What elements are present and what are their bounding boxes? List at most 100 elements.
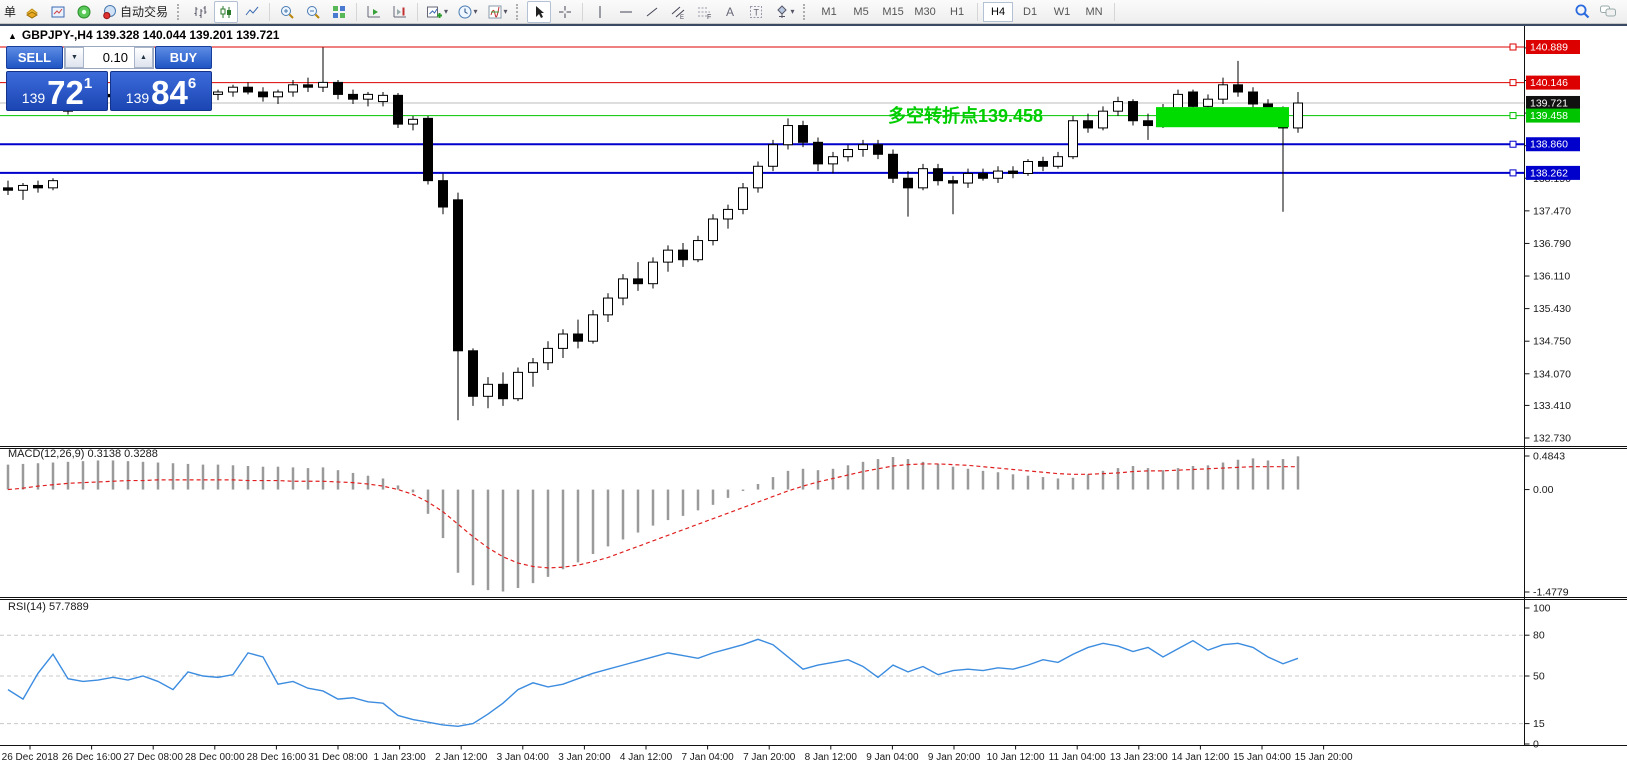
tf-button-H1[interactable]: H1 <box>942 2 972 22</box>
toolbar-grip[interactable] <box>516 4 522 20</box>
main-toolbar: 单 自动交易 ▾ ▾ ▾ E F A T ▾ M1M <box>0 0 1627 24</box>
hline-anchor[interactable] <box>1510 80 1516 86</box>
search-icon[interactable] <box>1570 0 1594 22</box>
volume-stepper: ▼ 0.10 ▲ <box>64 46 154 69</box>
rsi-axis-label: 15 <box>1533 718 1545 730</box>
chart-shift-button[interactable] <box>388 1 412 23</box>
price-badge-label: 139.721 <box>1530 97 1568 109</box>
price-badge-label: 140.889 <box>1530 42 1568 54</box>
toolbar-grip[interactable] <box>177 4 183 20</box>
chart-title: ▲GBPJPY-,H4 139.328 140.044 139.201 139.… <box>8 28 279 42</box>
time-tick-label: 8 Jan 12:00 <box>805 752 858 763</box>
indicators-button[interactable]: ▾ <box>483 1 511 23</box>
signals-icon[interactable] <box>72 1 96 23</box>
candle-body <box>394 95 403 124</box>
buy-quote[interactable]: 139846 <box>110 71 212 111</box>
tf-button-M5[interactable]: M5 <box>846 2 876 22</box>
candle-body <box>439 181 448 207</box>
shapes-tool-button[interactable]: ▾ <box>770 1 798 23</box>
hline-anchor[interactable] <box>1510 170 1516 176</box>
tf-button-W1[interactable]: W1 <box>1047 2 1077 22</box>
time-tick-label: 26 Dec 2018 <box>2 752 59 763</box>
tf-button-D1[interactable]: D1 <box>1015 2 1045 22</box>
candle-body <box>949 181 958 183</box>
horizontal-line-tool-button[interactable] <box>614 1 638 23</box>
tf-button-M15[interactable]: M15 <box>878 2 908 22</box>
hline-anchor[interactable] <box>1510 113 1516 119</box>
candle-body <box>1174 94 1183 108</box>
price-tick-label: 136.110 <box>1533 271 1570 283</box>
volume-increase-button[interactable]: ▲ <box>134 47 153 68</box>
pivot-zone-rectangle[interactable] <box>1156 107 1289 127</box>
candle-body <box>4 188 13 190</box>
buy-button[interactable]: BUY <box>155 46 212 69</box>
candle-body <box>1024 161 1033 173</box>
candle-body <box>1204 99 1213 106</box>
candle-body <box>1039 161 1048 166</box>
time-tick-label: 11 Jan 04:00 <box>1049 752 1107 763</box>
sell-button[interactable]: SELL <box>6 46 63 69</box>
new-chart-button[interactable]: ▾ <box>423 1 451 23</box>
price-badge-label: 139.458 <box>1530 110 1568 122</box>
macd-axis-label: -1.4779 <box>1533 587 1569 599</box>
new-order-icon[interactable] <box>20 1 44 23</box>
sell-quote[interactable]: 139721 <box>6 71 108 111</box>
macd-indicator-label: MACD(12,26,9) 0.3138 0.3288 <box>8 448 158 460</box>
toolbar-separator <box>1114 3 1115 21</box>
tf-button-MN[interactable]: MN <box>1079 2 1109 22</box>
time-tick-label: 10 Jan 12:00 <box>987 752 1045 763</box>
hline-anchor[interactable] <box>1510 141 1516 147</box>
candle-body <box>994 171 1003 178</box>
buy-price-prefix: 139 <box>126 91 149 106</box>
chat-icon[interactable] <box>1596 0 1620 22</box>
candle-body <box>934 169 943 181</box>
svg-text:A: A <box>726 5 734 19</box>
rsi-indicator-label: RSI(14) 57.7889 <box>8 601 89 613</box>
svg-text:E: E <box>680 15 684 20</box>
hline-anchor[interactable] <box>1510 44 1516 50</box>
vertical-line-tool-button[interactable] <box>588 1 612 23</box>
volume-input[interactable]: 0.10 <box>84 47 134 68</box>
collapse-arrow-icon[interactable]: ▲ <box>8 31 17 41</box>
candle-body <box>649 262 658 284</box>
chart-canvas[interactable]: 140.870140.190139.510138.830138.150137.4… <box>0 0 1627 767</box>
toolbar-grip[interactable] <box>803 4 809 20</box>
candle-body <box>304 85 313 87</box>
text-tool-button[interactable]: A <box>718 1 742 23</box>
autotrade-button[interactable]: 自动交易 <box>98 1 172 23</box>
text-label-tool-button[interactable]: T <box>744 1 768 23</box>
new-order-label[interactable]: 单 <box>4 3 16 20</box>
fibonacci-tool-button[interactable]: F <box>692 1 716 23</box>
tf-button-M30[interactable]: M30 <box>910 2 940 22</box>
crosshair-tool-button[interactable] <box>553 1 577 23</box>
time-tick-label: 9 Jan 20:00 <box>928 752 981 763</box>
tile-windows-button[interactable] <box>327 1 351 23</box>
channel-tool-button[interactable]: E <box>666 1 690 23</box>
zoom-in-button[interactable] <box>275 1 299 23</box>
candle-body <box>274 92 283 97</box>
chevron-down-icon: ▾ <box>444 7 448 16</box>
period-button[interactable]: ▾ <box>453 1 481 23</box>
candle-body <box>19 185 28 190</box>
tf-button-H4[interactable]: H4 <box>983 2 1013 22</box>
autotrade-label: 自动交易 <box>120 3 168 20</box>
candle-body <box>379 95 388 101</box>
trendline-tool-button[interactable] <box>640 1 664 23</box>
trend-annotation[interactable]: 多空转折点139.458 <box>888 102 1043 128</box>
candle-body <box>634 279 643 284</box>
sell-price-sup: 1 <box>84 75 92 92</box>
candle-body <box>874 145 883 155</box>
line-chart-mode-button[interactable] <box>240 1 264 23</box>
market-watch-icon[interactable] <box>46 1 70 23</box>
candlestick-mode-button[interactable] <box>214 1 238 23</box>
auto-scroll-button[interactable] <box>362 1 386 23</box>
svg-text:T: T <box>754 7 760 17</box>
bar-chart-mode-button[interactable] <box>188 1 212 23</box>
candle-body <box>574 334 583 341</box>
zoom-out-button[interactable] <box>301 1 325 23</box>
chevron-down-icon: ▾ <box>474 7 478 16</box>
cursor-tool-button[interactable] <box>527 1 551 23</box>
time-tick-label: 4 Jan 12:00 <box>620 752 673 763</box>
tf-button-M1[interactable]: M1 <box>814 2 844 22</box>
volume-decrease-button[interactable]: ▼ <box>65 47 84 68</box>
